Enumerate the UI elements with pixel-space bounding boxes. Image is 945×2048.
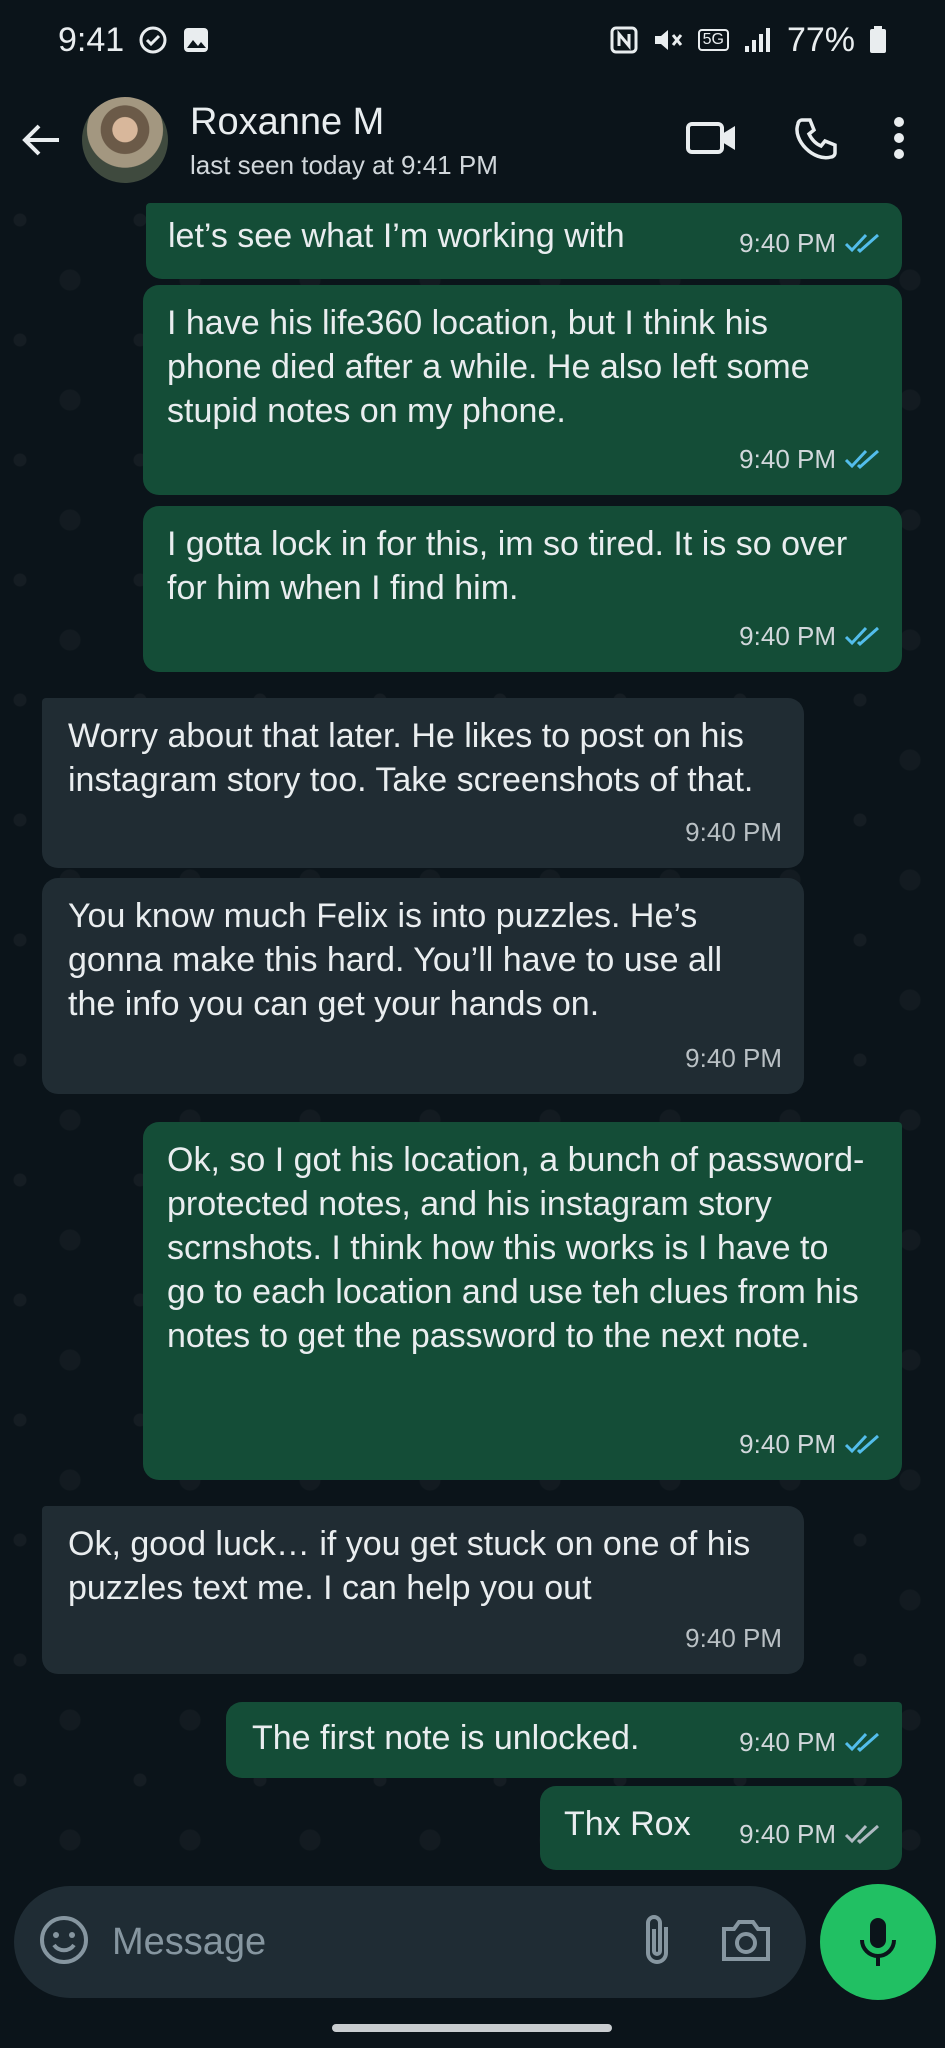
composer-actions: [642, 1913, 772, 1972]
read-ticks-icon: [844, 233, 879, 254]
message-meta: 9:40 PM: [685, 1036, 782, 1080]
nfc-icon: [610, 26, 638, 54]
message-time: 9:40 PM: [739, 228, 836, 258]
message-meta: 9:40 PM: [739, 1812, 880, 1856]
check-circle-icon: [138, 25, 168, 55]
message-time: 9:40 PM: [739, 1727, 836, 1757]
voice-call-icon: [795, 117, 837, 159]
message-time: 9:40 PM: [685, 1623, 782, 1653]
more-vert-icon: [894, 116, 904, 159]
read-ticks-icon: [844, 1732, 879, 1753]
mute-icon: [652, 26, 684, 54]
read-ticks-icon: [844, 449, 879, 470]
message-text: let’s see what I’m working with: [168, 217, 625, 255]
message-time: 9:40 PM: [739, 444, 836, 474]
more-options-button[interactable]: [893, 116, 905, 165]
camera-button[interactable]: [720, 1917, 772, 1968]
video-call-icon: [686, 121, 735, 154]
message-meta: 9:40 PM: [739, 1720, 880, 1764]
message-text: The first note is unlocked.: [252, 1719, 640, 1757]
battery-icon: [869, 26, 887, 54]
emoji-icon: [40, 1915, 88, 1964]
attach-icon: [646, 1914, 668, 1964]
mic-icon: [860, 1918, 896, 1966]
message-text: I gotta lock in for this, im so tired. I…: [167, 525, 848, 607]
chat-header: Roxanne M last seen today at 9:41 PM: [0, 80, 945, 200]
message-text: Thx Rox: [564, 1805, 691, 1843]
message-meta: 9:40 PM: [739, 1422, 880, 1466]
message-input[interactable]: Message: [112, 1921, 642, 1964]
message-composer[interactable]: Message: [14, 1886, 806, 1998]
message-bubble[interactable]: Ok, so I got his location, a bunch of pa…: [143, 1122, 902, 1480]
message-meta: 9:40 PM: [685, 810, 782, 854]
message-text: I have his life360 location, but I think…: [167, 304, 810, 430]
header-actions: [685, 115, 905, 166]
message-bubble[interactable]: Ok, good luck… if you get stuck on one o…: [42, 1506, 804, 1674]
message-time: 9:40 PM: [739, 621, 836, 651]
video-call-button[interactable]: [685, 118, 739, 163]
status-time: 9:41: [58, 20, 125, 59]
camera-icon: [722, 1919, 770, 1961]
message-meta: 9:40 PM: [685, 1616, 782, 1660]
message-text: Ok, so I got his location, a bunch of pa…: [167, 1141, 865, 1355]
message-bubble[interactable]: Thx Rox 9:40 PM: [540, 1786, 902, 1870]
gallery-icon: [182, 26, 210, 54]
signal-icon: [743, 26, 773, 54]
read-ticks-icon: [844, 626, 879, 647]
message-meta: 9:40 PM: [739, 437, 880, 481]
network-badge: 5G: [697, 29, 729, 51]
read-ticks-icon: [844, 1434, 879, 1455]
message-bubble[interactable]: The first note is unlocked. 9:40 PM: [226, 1702, 902, 1778]
message-meta: 9:40 PM: [739, 221, 880, 265]
back-arrow-icon: [22, 124, 59, 156]
message-bubble[interactable]: I have his life360 location, but I think…: [143, 285, 902, 495]
message-bubble[interactable]: You know much Felix is into puzzles. He’…: [42, 878, 804, 1094]
message-bubble[interactable]: I gotta lock in for this, im so tired. I…: [143, 506, 902, 672]
message-text: Ok, good luck… if you get stuck on one o…: [68, 1525, 751, 1607]
message-time: 9:40 PM: [739, 1819, 836, 1849]
status-left: 9:41: [58, 21, 210, 60]
avatar[interactable]: [82, 97, 168, 183]
message-bubble[interactable]: Worry about that later. He likes to post…: [42, 698, 804, 868]
message-meta: 9:40 PM: [739, 614, 880, 658]
message-time: 9:40 PM: [739, 1429, 836, 1459]
emoji-button[interactable]: [38, 1914, 90, 1971]
last-seen: last seen today at 9:41 PM: [190, 149, 498, 180]
contact-name: Roxanne M: [190, 100, 385, 143]
home-indicator[interactable]: [332, 2024, 612, 2032]
delivered-ticks-icon: [844, 1824, 879, 1845]
voice-message-button[interactable]: [820, 1884, 936, 2000]
contact-info[interactable]: Roxanne M last seen today at 9:41 PM: [190, 100, 685, 181]
attach-button[interactable]: [642, 1913, 672, 1972]
message-text: You know much Felix is into puzzles. He’…: [68, 897, 723, 1023]
battery-percent: 77%: [786, 20, 855, 59]
voice-call-button[interactable]: [793, 115, 839, 166]
chat-area[interactable]: let’s see what I’m working with 9:40 PM …: [0, 200, 945, 1880]
message-text: Worry about that later. He likes to post…: [68, 717, 754, 799]
message-bubble[interactable]: let’s see what I’m working with 9:40 PM: [146, 203, 902, 279]
message-time: 9:40 PM: [685, 1043, 782, 1073]
status-right: 5G 77%: [610, 21, 887, 60]
status-bar: 9:41 5G 77%: [0, 0, 945, 80]
back-button[interactable]: [0, 120, 82, 160]
message-time: 9:40 PM: [685, 817, 782, 847]
